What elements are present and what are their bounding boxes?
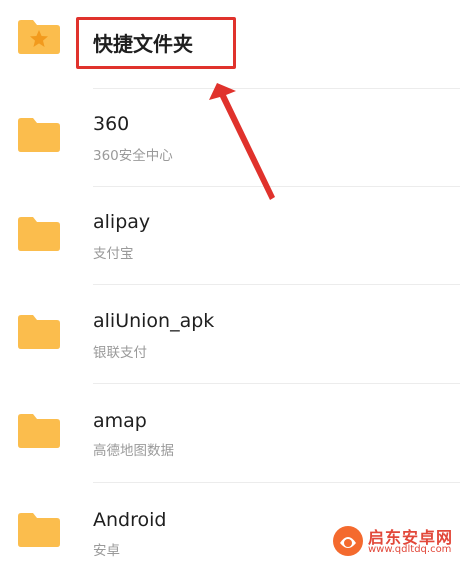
folder-icon [18, 315, 60, 349]
folder-icon [18, 513, 60, 547]
folder-title: aliUnion_apk [93, 310, 215, 332]
folder-row-alipay[interactable]: alipay 支付宝 [0, 187, 460, 284]
folder-title: Android [93, 509, 167, 531]
watermark-logo-icon [333, 526, 363, 556]
folder-title: 360 [93, 113, 130, 135]
watermark: 启东安卓网 www.qdltdq.com [330, 522, 460, 562]
folder-row-aliunion-apk[interactable]: aliUnion_apk 银联支付 [0, 285, 460, 383]
folder-row-360[interactable]: 360 360安全中心 [0, 89, 460, 186]
folder-star-icon [18, 20, 60, 54]
folder-title: amap [93, 410, 147, 432]
folder-icon [18, 414, 60, 448]
watermark-url: www.qdltdq.com [368, 544, 452, 555]
folder-icon [18, 217, 60, 251]
folder-subtitle: 支付宝 [93, 246, 134, 262]
folder-subtitle: 银联支付 [93, 345, 147, 361]
folder-title: alipay [93, 211, 151, 233]
folder-subtitle: 高德地图数据 [93, 443, 174, 459]
folder-subtitle: 360安全中心 [93, 148, 173, 164]
folder-row-amap[interactable]: amap 高德地图数据 [0, 384, 460, 482]
folder-subtitle: 安卓 [93, 543, 120, 559]
folder-icon [18, 118, 60, 152]
annotation-highlight-box [76, 17, 236, 69]
